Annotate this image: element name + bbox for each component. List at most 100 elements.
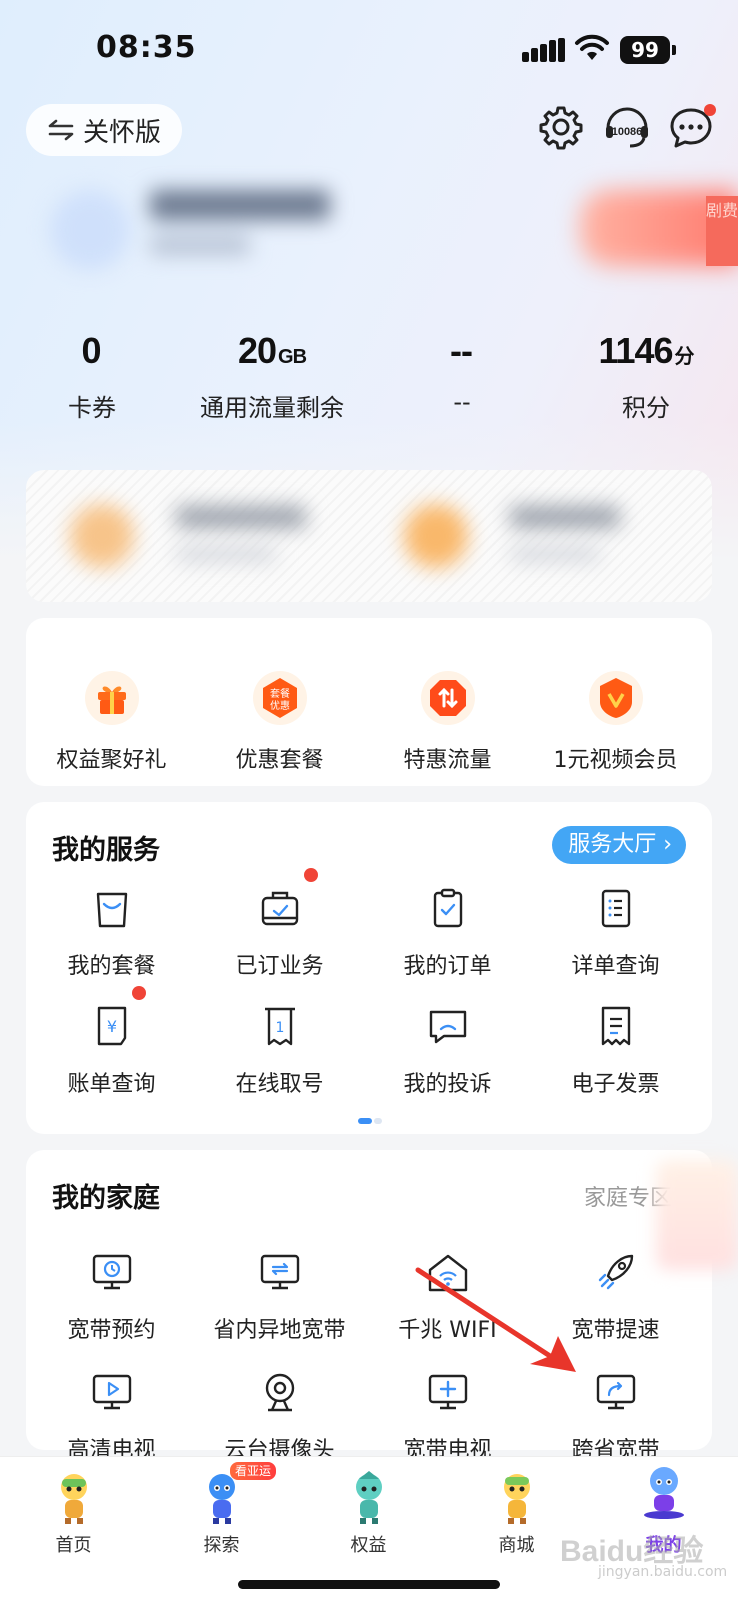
discount-package-icon: 套餐 优惠 [252,671,307,725]
service-label: 在线取号 [235,1072,324,1097]
my-services-card: 我的服务 服务大厅 › 我的套餐 已订业务 我的订单 详单查询 ¥ 账单查询 1… [26,802,712,1134]
tab-label: 权益 [350,1535,387,1556]
promo-side-tag: 剧费 [706,196,738,266]
e-invoice-icon [601,1006,630,1046]
complaint-chat-icon [429,1010,466,1044]
service-online-ticket[interactable]: 1 在线取号 [194,1002,365,1098]
blurred-promo-card[interactable] [26,470,712,602]
service-label: 详单查询 [571,954,660,979]
quick-action-gift[interactable]: 权益聚好礼 [26,670,197,774]
service-hall-button[interactable]: 服务大厅 › [552,826,686,864]
bill-yuan-icon: ¥ [97,1006,126,1046]
care-mode-button[interactable]: 关怀版 [26,104,182,156]
service-label: 我的套餐 [67,954,156,979]
tab-benefits[interactable]: 权益 [295,1457,442,1557]
service-detail-query[interactable]: 详单查询 [530,884,701,980]
family-broadband-tv[interactable]: 宽带电视 [362,1368,533,1464]
hotline-number: 10086 [612,126,643,138]
camera-icon [265,1373,294,1412]
status-time: 08:35 [96,30,197,65]
quick-action-label: 1元视频会员 [553,748,678,773]
video-vip-icon [588,671,643,725]
subscribed-notification-dot [304,868,318,882]
mine-mascot-icon [643,1467,684,1519]
cellular-signal-icon [522,38,566,62]
stat-points[interactable]: 1146 分 积分 [554,330,738,423]
status-bar: 08:35 99 [0,0,738,100]
stat-unit: 分 [674,346,695,368]
battery-cap [672,45,676,55]
service-label: 我的订单 [403,954,492,979]
stat-label: 卡券 [68,394,116,422]
package-bag-icon [96,892,127,928]
quick-actions-card: 权益聚好礼 套餐 优惠 优惠套餐 特惠流量 1元视频会员 [26,618,712,786]
family-cross-province-broadband[interactable]: 跨省宽带 [530,1368,701,1464]
care-mode-label: 关怀版 [82,117,161,148]
service-e-invoice[interactable]: 电子发票 [530,1002,701,1098]
service-label: 已订业务 [235,954,324,979]
detail-list-icon [601,889,630,928]
svg-text:1: 1 [275,1020,284,1036]
broadband-relocate-icon [260,1254,299,1290]
stat-unknown[interactable]: -- -- [370,330,554,416]
family-label: 省内异地宽带 [213,1318,346,1343]
family-broadband-appointment[interactable]: 宽带预约 [26,1248,197,1344]
benefits-mascot-icon [355,1471,382,1524]
service-my-orders[interactable]: 我的订单 [362,884,533,980]
section-title: 我的服务 [52,835,160,866]
cross-province-broadband-icon [596,1374,635,1410]
quick-action-label: 权益聚好礼 [56,748,167,773]
account-stats: 0 卡券 20 GB 通用流量剩余 -- -- 1146 分 积分 [0,330,738,430]
service-subscribed[interactable]: 已订业务 [194,884,365,980]
swap-icon [48,119,74,141]
service-complaint[interactable]: 我的投诉 [362,1002,533,1098]
stat-value: 20 [237,330,277,371]
home-indicator [238,1580,500,1589]
baidu-watermark-url: jingyan.baidu.com [598,1564,728,1580]
section-title: 我的家庭 [52,1183,160,1214]
stat-value: 1146 [598,330,673,371]
annotation-arrow-icon [415,1267,576,1372]
hd-tv-icon [92,1374,131,1410]
broadband-appointment-icon [92,1254,131,1290]
wifi-icon [575,34,609,60]
customer-service-headset-icon[interactable]: 10086 [602,104,652,150]
stat-unit: GB [278,346,307,368]
service-label: 我的投诉 [403,1072,492,1097]
message-notification-dot [704,104,716,116]
stat-coupons[interactable]: 0 卡券 [0,330,184,423]
quick-action-video-vip[interactable]: 1元视频会员 [530,670,701,774]
settings-gear-icon[interactable] [538,104,584,150]
stat-label: 积分 [622,394,670,422]
quick-action-data-traffic[interactable]: 特惠流量 [362,670,533,774]
quick-action-discount-package[interactable]: 套餐 优惠 优惠套餐 [194,670,365,774]
home-mascot-icon [60,1474,87,1524]
family-broadband-relocate[interactable]: 省内异地宽带 [194,1248,365,1344]
stat-data-remaining[interactable]: 20 GB 通用流量剩余 [180,330,364,423]
service-bill-query[interactable]: ¥ 账单查询 [26,1002,197,1098]
user-profile-blurred[interactable] [40,180,400,280]
bill-notification-dot [132,986,146,1000]
svg-text:套餐: 套餐 [270,687,290,700]
battery-indicator: 99 [620,36,670,64]
tab-label: 首页 [55,1535,92,1556]
order-clipboard-icon [433,888,462,928]
service-my-package[interactable]: 我的套餐 [26,884,197,980]
rocket-icon [598,1254,633,1290]
stat-value: 0 [81,330,101,371]
subscribed-service-icon [261,891,298,926]
tab-home[interactable]: 首页 [0,1457,147,1557]
floating-promo-blurred[interactable] [656,1160,738,1270]
quick-action-label: 优惠套餐 [235,748,324,773]
service-hall-label: 服务大厅 [568,832,657,857]
service-label: 账单查询 [67,1072,156,1097]
svg-text:优惠: 优惠 [270,699,290,712]
family-label: 宽带预约 [67,1318,156,1343]
quick-action-label: 特惠流量 [403,748,492,773]
family-ptz-camera[interactable]: 云台摄像头 [194,1368,365,1464]
family-hd-tv[interactable]: 高清电视 [26,1368,197,1464]
data-traffic-icon [420,671,475,725]
stat-value: -- [450,330,473,371]
page-indicator [358,1118,382,1124]
tab-label: 探索 [203,1535,240,1556]
